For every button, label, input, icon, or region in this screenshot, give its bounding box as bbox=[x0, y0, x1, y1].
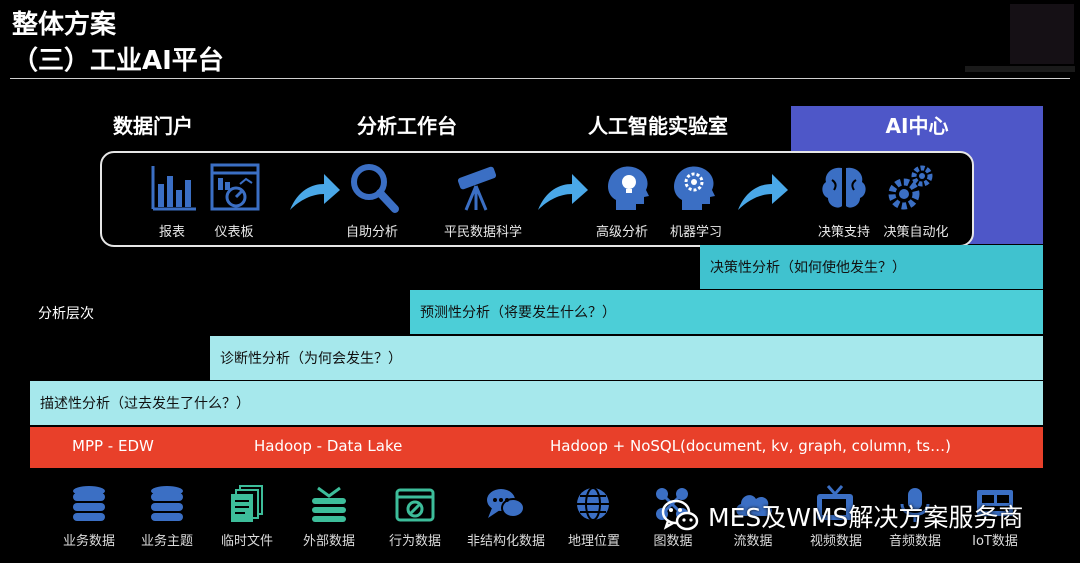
dashboard-icon bbox=[210, 163, 260, 211]
source-label-external-data: 外部数据 bbox=[302, 534, 356, 549]
tool-label-advanced-analytics: 高级分析 bbox=[595, 225, 649, 240]
band-descriptive-analysis: 描述性分析（过去发生了什么？） bbox=[30, 381, 1043, 425]
band-predictive-analysis: 预测性分析（将要发生什么？） bbox=[410, 290, 1043, 334]
category-ai-center: AI中心 bbox=[885, 114, 949, 138]
source-label-geolocation: 地理位置 bbox=[567, 534, 621, 549]
chat-bubbles-icon bbox=[487, 489, 525, 518]
source-label-unstructured-data: 非结构化数据 bbox=[466, 534, 546, 549]
corner-decoration bbox=[1010, 4, 1074, 64]
database-icon bbox=[73, 486, 105, 521]
database-icon bbox=[151, 486, 183, 521]
corner-decoration-bar bbox=[965, 66, 1075, 72]
source-label-business-topic: 业务主题 bbox=[140, 534, 194, 549]
band-label: 描述性分析（过去发生了什么？） bbox=[40, 396, 250, 412]
files-icon bbox=[231, 485, 263, 522]
category-analysis-workbench: 分析工作台 bbox=[357, 114, 457, 138]
source-label-temp-files: 临时文件 bbox=[220, 534, 274, 549]
storage-hadoop-data-lake: Hadoop - Data Lake bbox=[254, 437, 403, 455]
analysis-layer-label: 分析层次 bbox=[38, 306, 94, 322]
wechat-logo-icon bbox=[661, 499, 699, 531]
curved-arrow-icon bbox=[290, 174, 340, 210]
storage-hadoop-nosql: Hadoop + NoSQL(document, kv, graph, colu… bbox=[550, 437, 951, 455]
tool-label-citizen-data-science: 平民数据科学 bbox=[443, 225, 523, 240]
storage-mpp-edw: MPP - EDW bbox=[72, 437, 154, 455]
tool-label-machine-learning: 机器学习 bbox=[669, 225, 723, 240]
bar-chart-icon bbox=[151, 166, 196, 211]
category-ai-lab: 人工智能实验室 bbox=[588, 114, 728, 138]
magnifier-icon bbox=[351, 164, 399, 213]
band-decisive-analysis: 决策性分析（如何使他发生？） bbox=[700, 245, 1043, 289]
tool-label-report: 报表 bbox=[158, 225, 186, 240]
tool-label-dashboard: 仪表板 bbox=[214, 225, 254, 240]
globe-icon bbox=[577, 487, 609, 521]
band-label: 预测性分析（将要发生什么？） bbox=[420, 305, 616, 321]
category-data-portal: 数据门户 bbox=[113, 114, 193, 138]
band-diagnostic-analysis: 诊断性分析（为何会发生？） bbox=[210, 336, 1043, 380]
band-label: 决策性分析（如何使他发生？） bbox=[710, 260, 906, 276]
curved-arrow-icon bbox=[538, 174, 588, 210]
behavior-icon bbox=[395, 488, 435, 522]
gear-head-icon bbox=[674, 166, 715, 210]
page-title: 整体方案 bbox=[12, 10, 117, 40]
external-data-icon bbox=[312, 486, 346, 522]
source-label-behavior-data: 行为数据 bbox=[388, 534, 442, 549]
gears-icon bbox=[888, 165, 933, 210]
tool-label-decision-support: 决策支持 bbox=[817, 225, 871, 240]
page-subtitle: （三）工业AI平台 bbox=[12, 46, 224, 76]
watermark-text: MES及WMS解决方案服务商 bbox=[708, 503, 1024, 532]
brain-icon bbox=[822, 167, 866, 208]
title-divider bbox=[10, 78, 1070, 79]
band-label: 诊断性分析（为何会发生？） bbox=[220, 351, 402, 367]
lightbulb-head-icon bbox=[608, 166, 649, 210]
tool-label-decision-automation: 决策自动化 bbox=[883, 225, 949, 240]
curved-arrow-icon bbox=[738, 174, 788, 210]
tool-label-self-service: 自助分析 bbox=[345, 225, 399, 240]
telescope-icon bbox=[457, 166, 497, 211]
source-label-business-data: 业务数据 bbox=[62, 534, 116, 549]
watermark: MES及WMS解决方案服务商 bbox=[660, 496, 1044, 536]
